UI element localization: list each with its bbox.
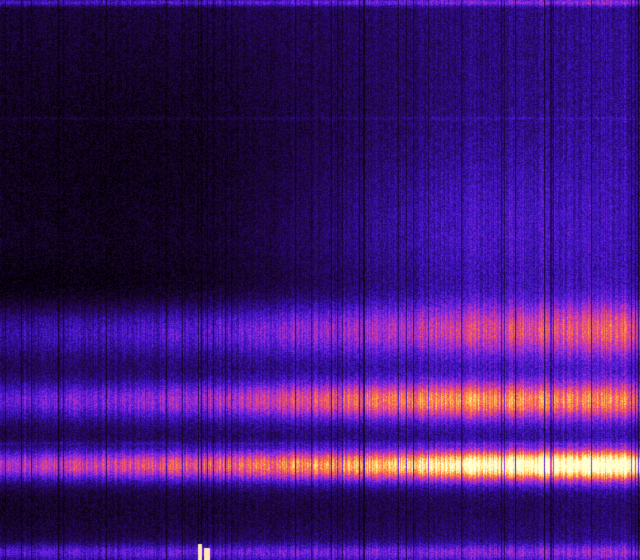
spectrogram-viewport [0, 0, 640, 560]
spectrogram-heatmap [0, 0, 640, 560]
